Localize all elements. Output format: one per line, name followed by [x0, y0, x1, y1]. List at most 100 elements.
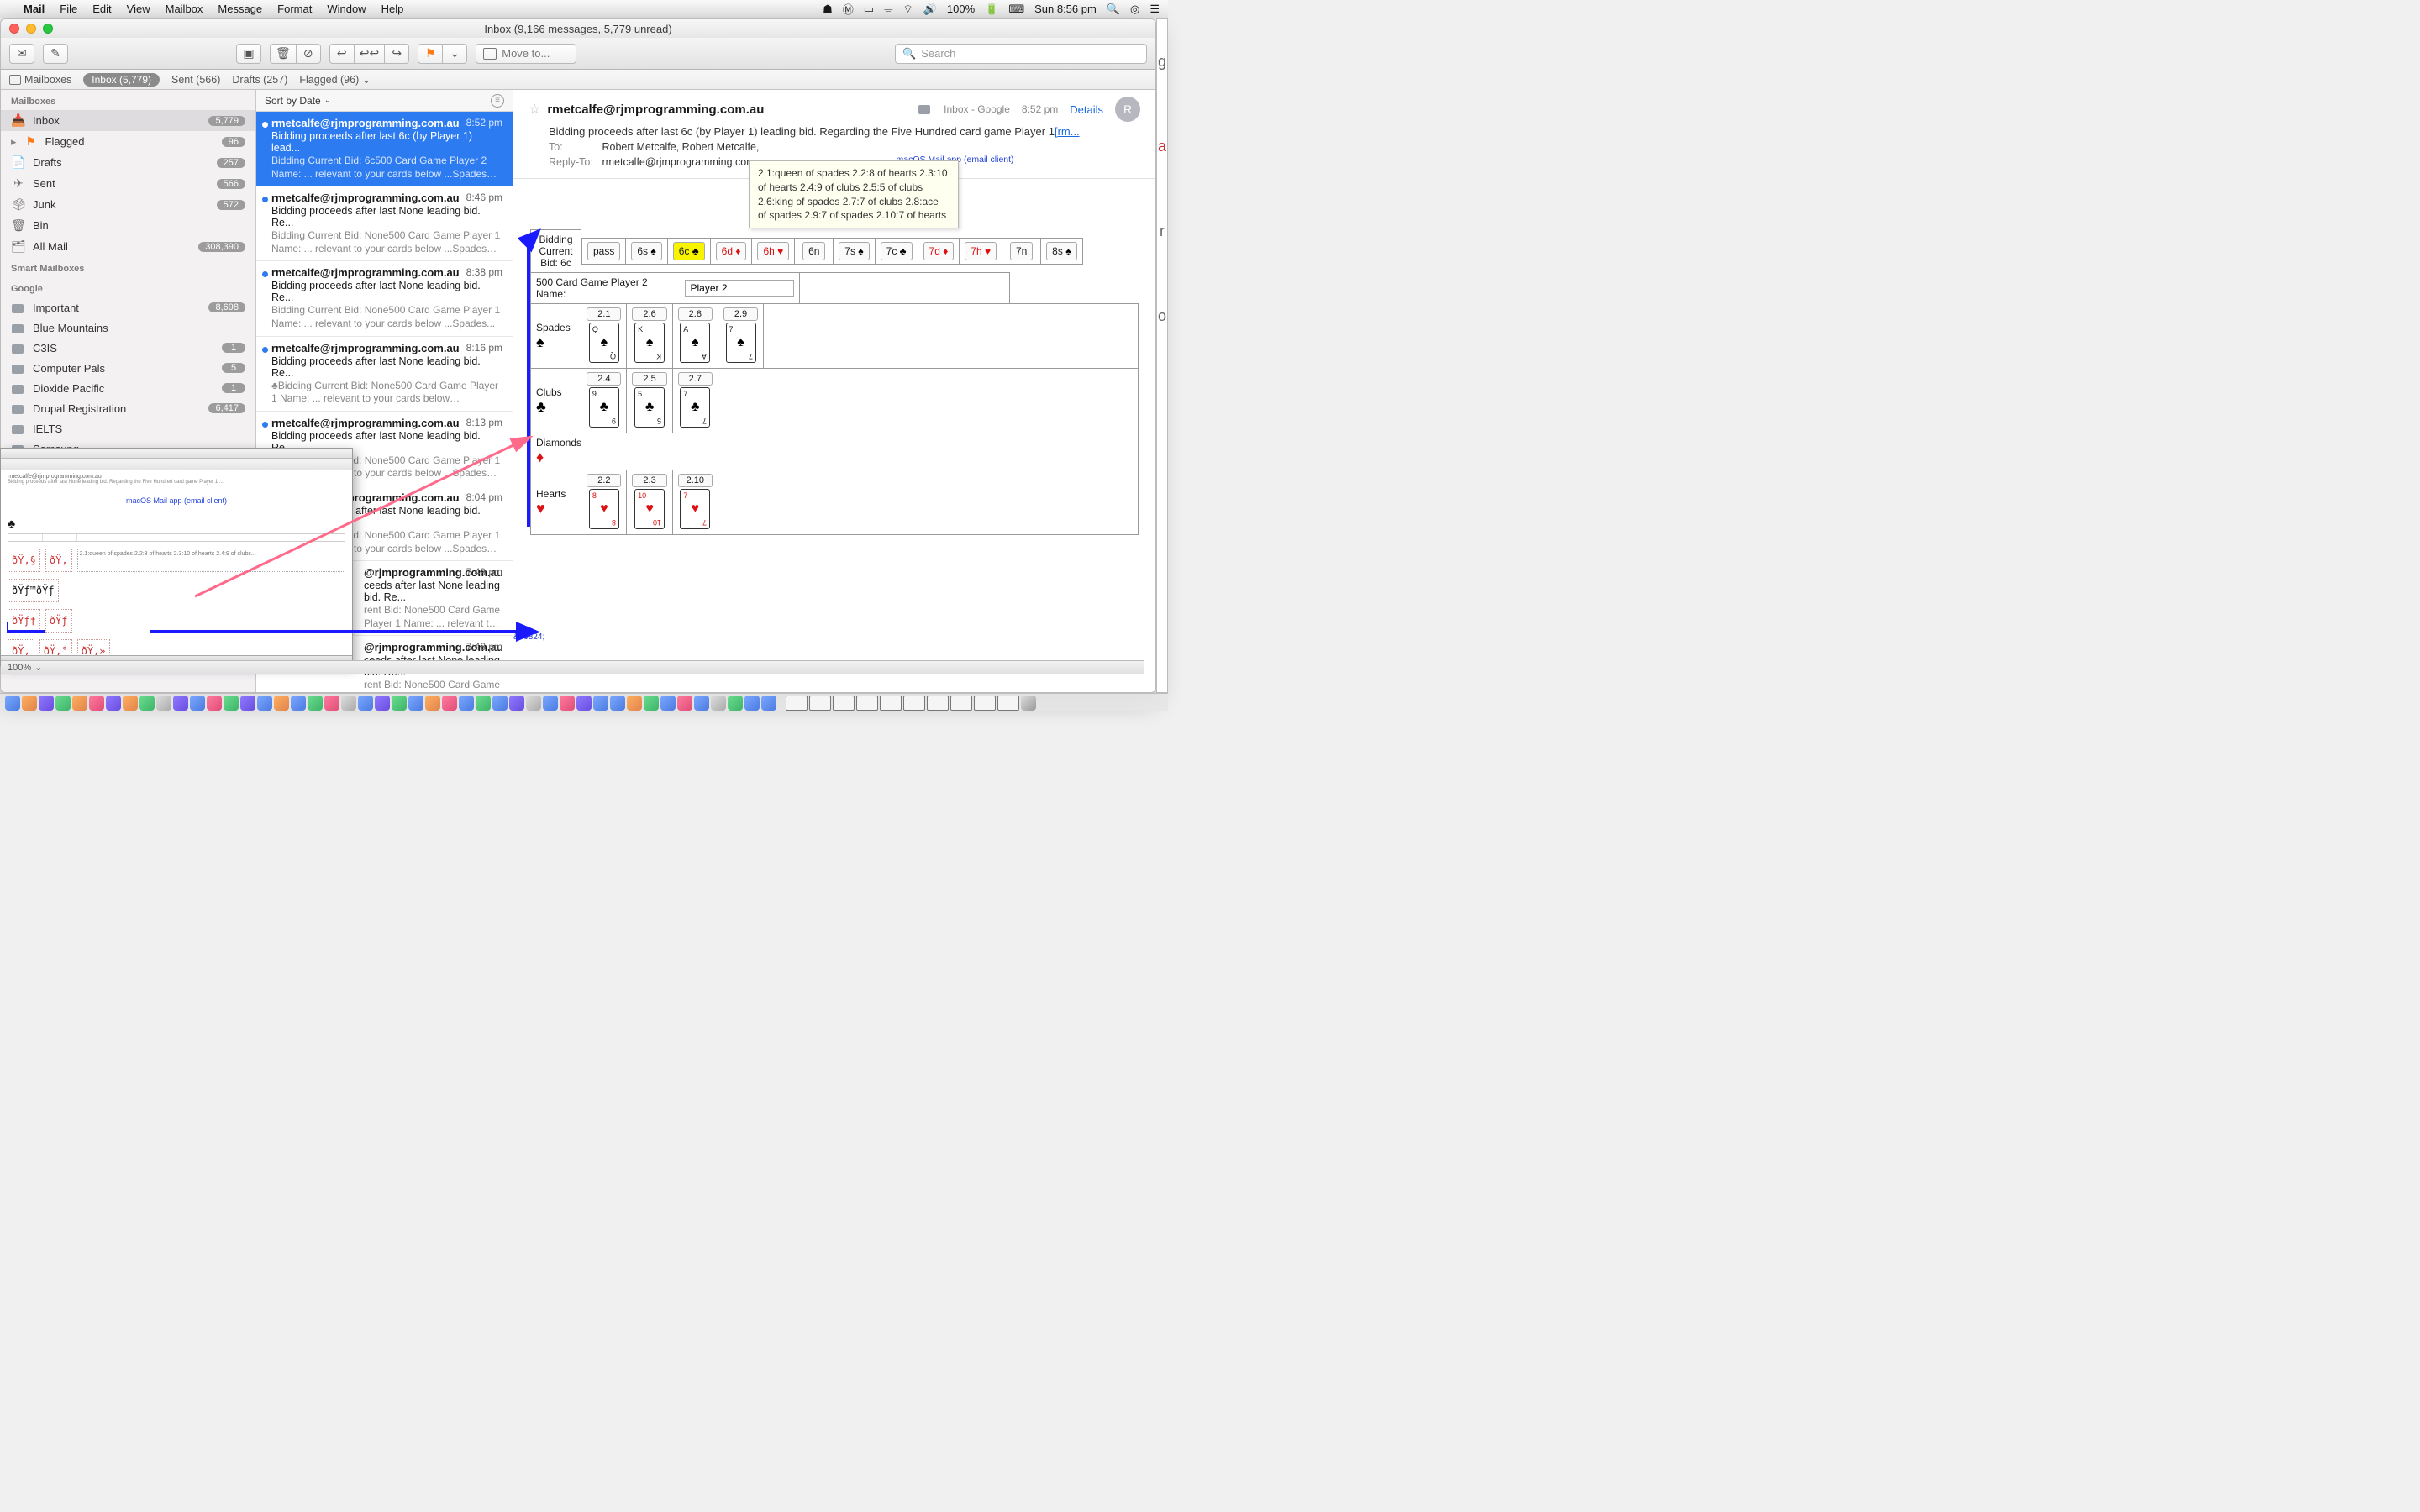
- dock-app-icon[interactable]: [291, 696, 306, 711]
- card-cell[interactable]: 2.6KK: [627, 304, 672, 369]
- sidebar-folder[interactable]: Dioxide Pacific1: [1, 378, 255, 398]
- dock-app-icon[interactable]: [274, 696, 289, 711]
- siri-icon[interactable]: ◎: [1130, 3, 1139, 16]
- forward-button[interactable]: ↪: [384, 44, 409, 64]
- compose-button[interactable]: ✎: [43, 44, 68, 64]
- bid-button[interactable]: 6d: [716, 242, 747, 260]
- card-cell[interactable]: 2.1077: [672, 470, 718, 535]
- close-button[interactable]: [9, 24, 19, 34]
- sidebar-bin[interactable]: 🗑 Bin: [1, 215, 255, 236]
- dock-app-icon[interactable]: [240, 696, 255, 711]
- card-cell[interactable]: 2.555: [627, 369, 672, 433]
- details-link[interactable]: Details: [1070, 103, 1103, 116]
- favbar-inbox[interactable]: Inbox (5,779): [83, 73, 160, 87]
- sidebar-junk[interactable]: 🗳 Junk572: [1, 194, 255, 215]
- dock-app-icon[interactable]: [5, 696, 20, 711]
- reply-all-button[interactable]: ↩↩: [354, 44, 385, 64]
- dock-app-icon[interactable]: [324, 696, 339, 711]
- favbar-flagged[interactable]: Flagged (96) ⌄: [299, 73, 371, 86]
- message-row[interactable]: rmetcalfe@rjmprogramming.com.au8:16 pmBi…: [256, 337, 513, 412]
- card-cell[interactable]: 2.288: [581, 470, 627, 535]
- dock-app-icon[interactable]: [492, 696, 508, 711]
- sidebar-sent[interactable]: ✈ Sent566: [1, 173, 255, 194]
- background-window-peek[interactable]: garo: [1156, 18, 1168, 693]
- sidebar-folder[interactable]: Drupal Registration6,417: [1, 398, 255, 418]
- menu-format[interactable]: Format: [277, 3, 312, 15]
- dock-app-icon[interactable]: [358, 696, 373, 711]
- dock-app-icon[interactable]: [106, 696, 121, 711]
- menu-file[interactable]: File: [60, 3, 77, 15]
- dock-app-icon[interactable]: [711, 696, 726, 711]
- player-name-input[interactable]: [685, 280, 794, 297]
- dock-app-icon[interactable]: [425, 696, 440, 711]
- flag-button[interactable]: ⚑: [418, 44, 443, 64]
- card-cell[interactable]: 2.1QQ: [581, 304, 627, 369]
- statusbar-icon[interactable]: Ⓜ: [843, 1, 854, 17]
- filter-button[interactable]: ≡: [491, 94, 504, 108]
- menu-view[interactable]: View: [127, 3, 150, 15]
- dock-app-icon[interactable]: [509, 696, 524, 711]
- menu-window[interactable]: Window: [327, 3, 366, 15]
- sidebar-folder[interactable]: Computer Pals5: [1, 358, 255, 378]
- dock-app-icon[interactable]: [139, 696, 155, 711]
- favbar-drafts[interactable]: Drafts (257): [232, 74, 287, 86]
- dock-app-icon[interactable]: [55, 696, 71, 711]
- dock-app-icon[interactable]: [761, 696, 776, 711]
- subject-more-link[interactable]: [rm...: [1055, 125, 1080, 138]
- dock-app-icon[interactable]: [341, 696, 356, 711]
- notification-center-icon[interactable]: ☰: [1150, 3, 1160, 16]
- bid-button[interactable]: pass: [587, 242, 620, 260]
- dock-app-icon[interactable]: [39, 696, 54, 711]
- menu-edit[interactable]: Edit: [92, 3, 111, 15]
- dock[interactable]: document.write(Array.from({length:46}).m…: [0, 693, 1168, 711]
- dock-app-icon[interactable]: [89, 696, 104, 711]
- clock[interactable]: Sun 8:56 pm: [1034, 3, 1097, 15]
- dock-app-icon[interactable]: [408, 696, 424, 711]
- junk-button[interactable]: ⊘: [296, 44, 321, 64]
- dock-app-icon[interactable]: [123, 696, 138, 711]
- bid-button[interactable]: 6n: [802, 242, 825, 260]
- dock-app-icon[interactable]: [728, 696, 743, 711]
- sidebar-folder[interactable]: Important8,698: [1, 297, 255, 318]
- flag-dropdown[interactable]: ⌄: [442, 44, 467, 64]
- message-row[interactable]: rmetcalfe@rjmprogramming.com.au8:52 pmBi…: [256, 112, 513, 186]
- dock-app-icon[interactable]: [72, 696, 87, 711]
- keyboard-icon[interactable]: ⌨: [1008, 3, 1024, 16]
- card-cell[interactable]: 2.777: [672, 369, 718, 433]
- dock-app-icon[interactable]: [257, 696, 272, 711]
- dock-app-icon[interactable]: [207, 696, 222, 711]
- wifi-icon[interactable]: ⌔: [902, 3, 913, 16]
- dock-app-icon[interactable]: [660, 696, 676, 711]
- card-cell[interactable]: 2.977: [718, 304, 763, 369]
- zoom-button[interactable]: [43, 24, 53, 34]
- sidebar-inbox[interactable]: 📥 Inbox 5,779: [1, 110, 255, 131]
- dock-app-icon[interactable]: [308, 696, 323, 711]
- dock-app-icon[interactable]: [627, 696, 642, 711]
- dock-app-icon[interactable]: [593, 696, 608, 711]
- menu-help[interactable]: Help: [381, 3, 404, 15]
- app-name[interactable]: Mail: [24, 3, 45, 15]
- dock-app-icon[interactable]: [156, 696, 171, 711]
- sidebar-folder[interactable]: C3IS1: [1, 338, 255, 358]
- dock-app-icon[interactable]: [677, 696, 692, 711]
- dock-app-icon[interactable]: [526, 696, 541, 711]
- dock-app-icon[interactable]: [173, 696, 188, 711]
- overlay-preview-window[interactable]: rmetcalfe@rjmprogramming.com.au Bidding …: [0, 448, 353, 666]
- sidebar-folder[interactable]: IELTS: [1, 418, 255, 438]
- bid-button[interactable]: 7d: [923, 242, 955, 260]
- bid-button[interactable]: 7s: [839, 242, 869, 260]
- dock-app-icon[interactable]: [694, 696, 709, 711]
- dock-minimized-window[interactable]: [880, 696, 902, 711]
- dock-app-icon[interactable]: [543, 696, 558, 711]
- volume-icon[interactable]: 🔊: [923, 3, 937, 16]
- dock-app-icon[interactable]: [560, 696, 575, 711]
- bid-button[interactable]: 8s: [1046, 242, 1076, 260]
- bid-button[interactable]: 6s: [631, 242, 661, 260]
- search-field[interactable]: 🔍 Search: [895, 44, 1147, 64]
- bid-button[interactable]: 6h: [757, 242, 789, 260]
- spotlight-icon[interactable]: 🔍: [1107, 3, 1120, 16]
- sidebar-flagged[interactable]: ▸⚑ Flagged96: [1, 131, 255, 152]
- dock-minimized-window[interactable]: [927, 696, 949, 711]
- menu-message[interactable]: Message: [218, 3, 262, 15]
- reply-button[interactable]: ↩: [329, 44, 355, 64]
